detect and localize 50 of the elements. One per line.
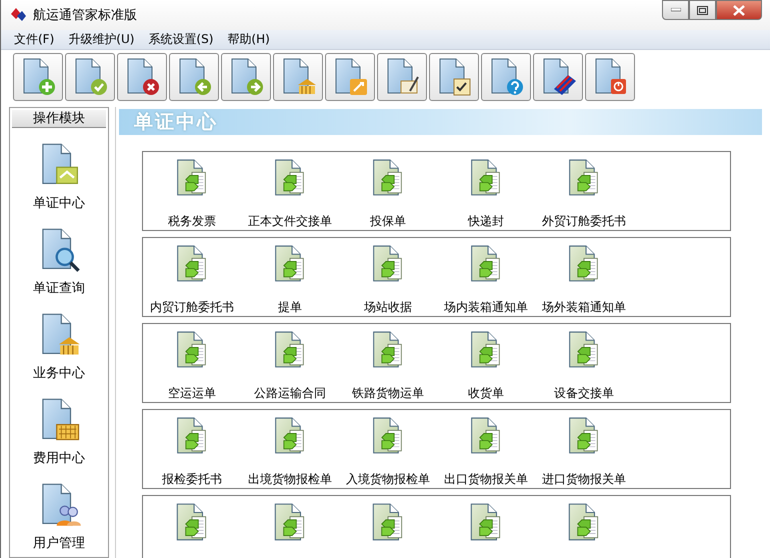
document-item[interactable]: 投保单 [370, 213, 406, 230]
toolbar-button[interactable] [325, 53, 375, 101]
sidebar-item[interactable]: 业务中心 [33, 364, 85, 382]
document-item[interactable]: 进口货物报关单 [542, 471, 626, 488]
close-icon [733, 4, 745, 16]
sidebar-header: 操作模块 [12, 110, 106, 128]
document-item[interactable]: 空运运单 [168, 385, 216, 402]
sidebar-item[interactable]: 用户管理 [33, 534, 85, 552]
panel-title: 单证中心 [134, 110, 218, 135]
minimize-icon [670, 8, 680, 12]
toolbar-button[interactable] [169, 53, 219, 101]
menu-item[interactable]: 升级维护(U) [61, 31, 142, 48]
minimize-button[interactable] [662, 0, 689, 20]
toolbar-button[interactable] [13, 53, 63, 101]
document-item[interactable]: 入境货物报检单 [346, 471, 430, 488]
toolbar-button[interactable] [273, 53, 323, 101]
maximize-button[interactable] [689, 0, 716, 20]
toolbar-button[interactable] [533, 53, 583, 101]
sidebar-item[interactable]: 费用中心 [33, 449, 85, 467]
document-item[interactable]: 出口货物报关单 [444, 471, 528, 488]
toolbar-button[interactable] [585, 53, 635, 101]
toolbar-button[interactable] [377, 53, 427, 101]
close-button[interactable] [716, 0, 762, 20]
document-item[interactable]: 税务发票 [168, 213, 216, 230]
toolbar-button[interactable] [117, 53, 167, 101]
document-item[interactable]: 出境货物报检单 [248, 471, 332, 488]
document-item[interactable]: 场外装箱通知单 [542, 299, 626, 316]
document-item[interactable]: 收货单 [468, 385, 504, 402]
document-item[interactable]: 场站收据 [364, 299, 412, 316]
document-item[interactable]: 内贸订舱委托书 [150, 299, 234, 316]
document-item[interactable]: 公路运输合同 [254, 385, 326, 402]
toolbar-button[interactable] [221, 53, 271, 101]
menu-item[interactable]: 系统设置(S) [141, 31, 220, 48]
window-title: 航运通管家标准版 [33, 7, 137, 24]
sidebar-item[interactable]: 单证中心 [33, 194, 85, 212]
document-item[interactable]: 设备交接单 [554, 385, 614, 402]
toolbar-button[interactable] [65, 53, 115, 101]
toolbar-button[interactable] [481, 53, 531, 101]
menu-item[interactable]: 文件(F) [7, 31, 62, 48]
toolbar-button[interactable] [429, 53, 479, 101]
document-item[interactable]: 正本文件交接单 [248, 213, 332, 230]
menu-item[interactable]: 帮助(H) [220, 31, 277, 48]
maximize-icon [697, 6, 708, 14]
document-item[interactable]: 外贸订舱委托书 [542, 213, 626, 230]
document-item[interactable]: 提单 [278, 299, 302, 316]
document-item[interactable]: 铁路货物运单 [352, 385, 424, 402]
document-item[interactable]: 报检委托书 [162, 471, 222, 488]
document-item[interactable]: 快递封 [468, 213, 504, 230]
sidebar-item[interactable]: 单证查询 [33, 279, 85, 297]
document-item[interactable]: 场内装箱通知单 [444, 299, 528, 316]
